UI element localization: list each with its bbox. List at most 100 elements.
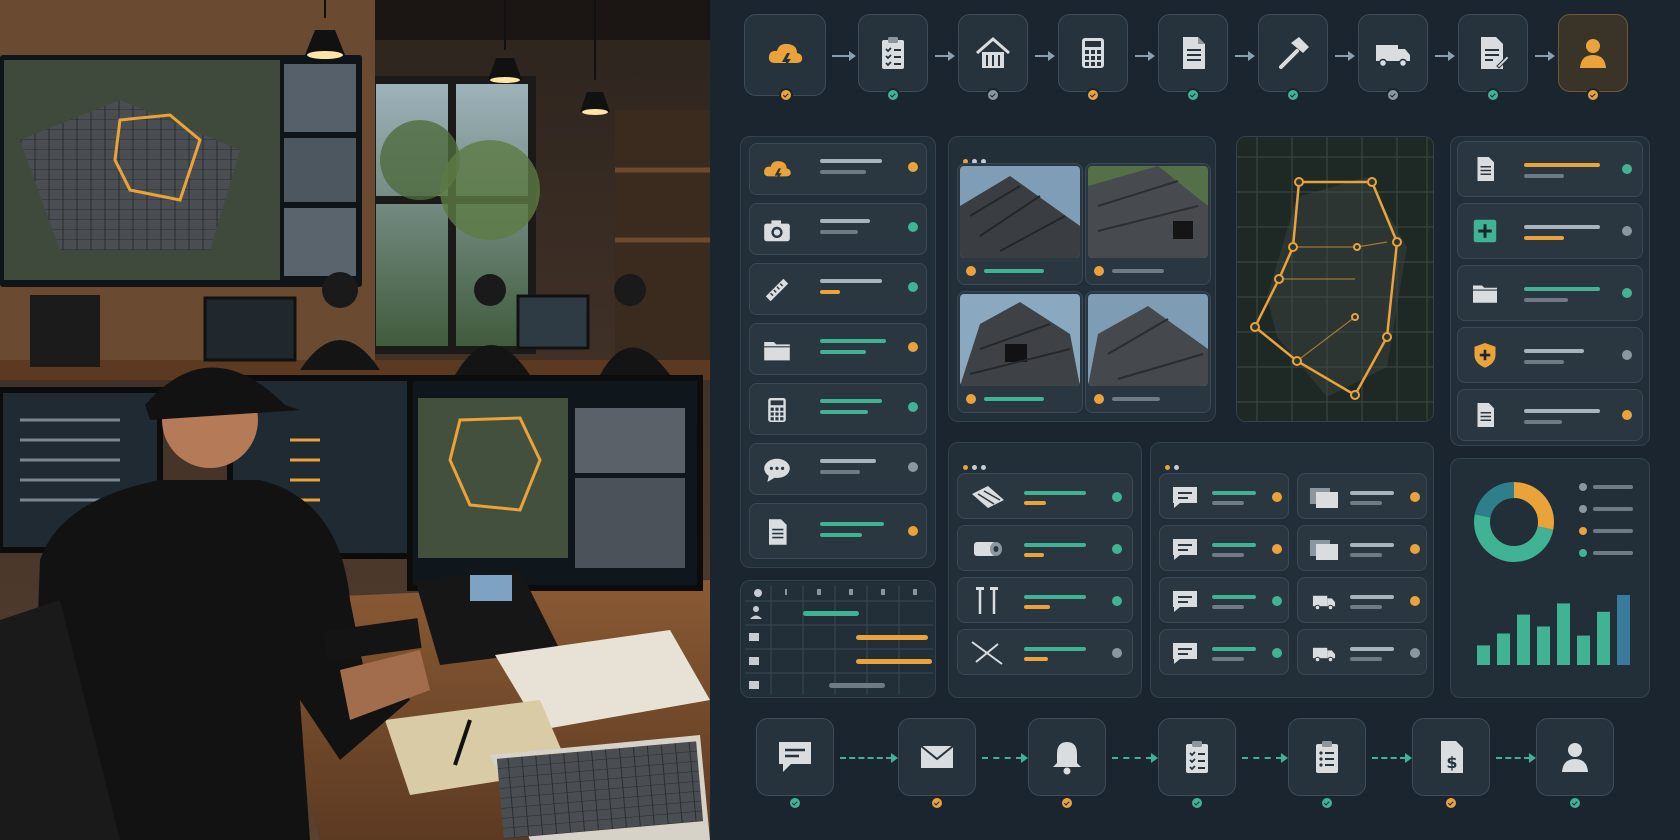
- photo-card[interactable]: [957, 291, 1083, 413]
- chart-bar: [1597, 611, 1610, 665]
- text-line: [1350, 605, 1382, 609]
- list-item[interactable]: [749, 203, 927, 255]
- roof-map-panel[interactable]: [1236, 136, 1434, 422]
- gantt-schedule[interactable]: [741, 581, 937, 699]
- status-dot: [966, 394, 976, 404]
- bar-chart[interactable]: [1471, 589, 1641, 669]
- text-line: [820, 339, 886, 343]
- message-icon: [1173, 487, 1197, 508]
- status-dot: [1272, 544, 1282, 554]
- photo-card[interactable]: [1085, 291, 1211, 413]
- workflow-step-tasks[interactable]: [1288, 718, 1366, 796]
- text-line: [984, 397, 1044, 401]
- text-line: [1350, 543, 1394, 547]
- status-dot: [1086, 88, 1100, 102]
- bell-icon: [1053, 742, 1081, 775]
- workflow-step-document[interactable]: [1158, 14, 1228, 92]
- workflow-step-checklist[interactable]: [1158, 718, 1236, 796]
- intake-list-panel: [740, 136, 936, 568]
- list-item[interactable]: [749, 503, 927, 559]
- workflow-step-message[interactable]: [756, 718, 834, 796]
- list-item[interactable]: [1159, 473, 1289, 519]
- workflow-step-email[interactable]: [898, 718, 976, 796]
- workflow-step-delivery[interactable]: [1358, 14, 1428, 92]
- status-dot: [908, 462, 918, 472]
- status-dot: [1568, 796, 1582, 810]
- status-dot: [1486, 88, 1500, 102]
- text-line: [1524, 236, 1564, 240]
- text-line: [1024, 491, 1086, 495]
- chart-bar: [1517, 614, 1530, 665]
- text-line: [1593, 507, 1633, 511]
- flow-arrow: [832, 51, 856, 61]
- roof-photo: [960, 166, 1080, 258]
- text-line: [1350, 595, 1394, 599]
- list-item[interactable]: [957, 525, 1133, 571]
- status-dot: [1622, 226, 1632, 236]
- photo-card[interactable]: [1085, 163, 1211, 285]
- message-icon: [1173, 643, 1197, 664]
- status-dot: [1622, 288, 1632, 298]
- workflow-step-storm[interactable]: [744, 14, 826, 96]
- workflow-step-property[interactable]: [958, 14, 1028, 92]
- workflow-step-customer[interactable]: [1558, 14, 1628, 92]
- workflow-step-inspection[interactable]: [858, 14, 928, 92]
- workflow-step-notification[interactable]: [1028, 718, 1106, 796]
- workflow-step-invoice[interactable]: $: [1412, 718, 1490, 796]
- truck-icon: [1312, 595, 1336, 611]
- text-line: [1524, 420, 1562, 424]
- list-item[interactable]: [957, 577, 1133, 623]
- text-line: [1024, 501, 1046, 505]
- text-line: [1524, 287, 1600, 291]
- text-line: [1212, 657, 1244, 661]
- text-line: [1024, 553, 1044, 557]
- truck-icon: [1376, 45, 1410, 68]
- donut-chart[interactable]: [1469, 477, 1559, 567]
- document-icon: [1477, 157, 1494, 181]
- legend-dot: [1579, 505, 1587, 513]
- flow-arrow: [1235, 51, 1255, 61]
- list-item[interactable]: [749, 143, 927, 195]
- workflow-step-contract[interactable]: [1458, 14, 1528, 92]
- photo-card[interactable]: [957, 163, 1083, 285]
- list-item[interactable]: [1159, 525, 1289, 571]
- list-item[interactable]: [1457, 203, 1643, 259]
- list-item[interactable]: [1159, 629, 1289, 675]
- list-item[interactable]: [957, 473, 1133, 519]
- legend-dot: [1579, 483, 1587, 491]
- list-item[interactable]: [1297, 577, 1427, 623]
- list-item[interactable]: [749, 443, 927, 495]
- list-item[interactable]: [1159, 577, 1289, 623]
- text-line: [1024, 595, 1086, 599]
- flow-arrow: [1535, 51, 1555, 61]
- list-item[interactable]: [1297, 525, 1427, 571]
- gantt-bar: [856, 659, 932, 664]
- chart-bar: [1537, 626, 1550, 665]
- shingle-icon: [972, 486, 1004, 508]
- chart-bar: [1557, 603, 1570, 665]
- text-line: [1212, 647, 1256, 651]
- list-item[interactable]: [749, 323, 927, 375]
- workflow-step-estimate[interactable]: [1058, 14, 1128, 92]
- list-item[interactable]: [749, 263, 927, 315]
- workflow-step-repair[interactable]: [1258, 14, 1328, 92]
- list-item[interactable]: [1457, 141, 1643, 197]
- roof-photo: [1088, 166, 1208, 258]
- text-line: [1350, 553, 1382, 557]
- list-item[interactable]: [1297, 473, 1427, 519]
- list-item[interactable]: [1457, 265, 1643, 321]
- message-icon: [1173, 539, 1197, 560]
- list-item[interactable]: [957, 629, 1133, 675]
- status-dot: [1190, 796, 1204, 810]
- flow-arrow: [1496, 753, 1536, 763]
- workflow-step-customer-final[interactable]: [1536, 718, 1614, 796]
- list-item[interactable]: [1457, 327, 1643, 383]
- workflow-dashboard: $: [710, 0, 1680, 840]
- text-line: [1112, 397, 1160, 401]
- status-dot: [1622, 350, 1632, 360]
- list-item[interactable]: [749, 383, 927, 435]
- text-line: [820, 459, 876, 463]
- list-item[interactable]: [1297, 629, 1427, 675]
- status-dot: [1060, 796, 1074, 810]
- list-item[interactable]: [1457, 389, 1643, 441]
